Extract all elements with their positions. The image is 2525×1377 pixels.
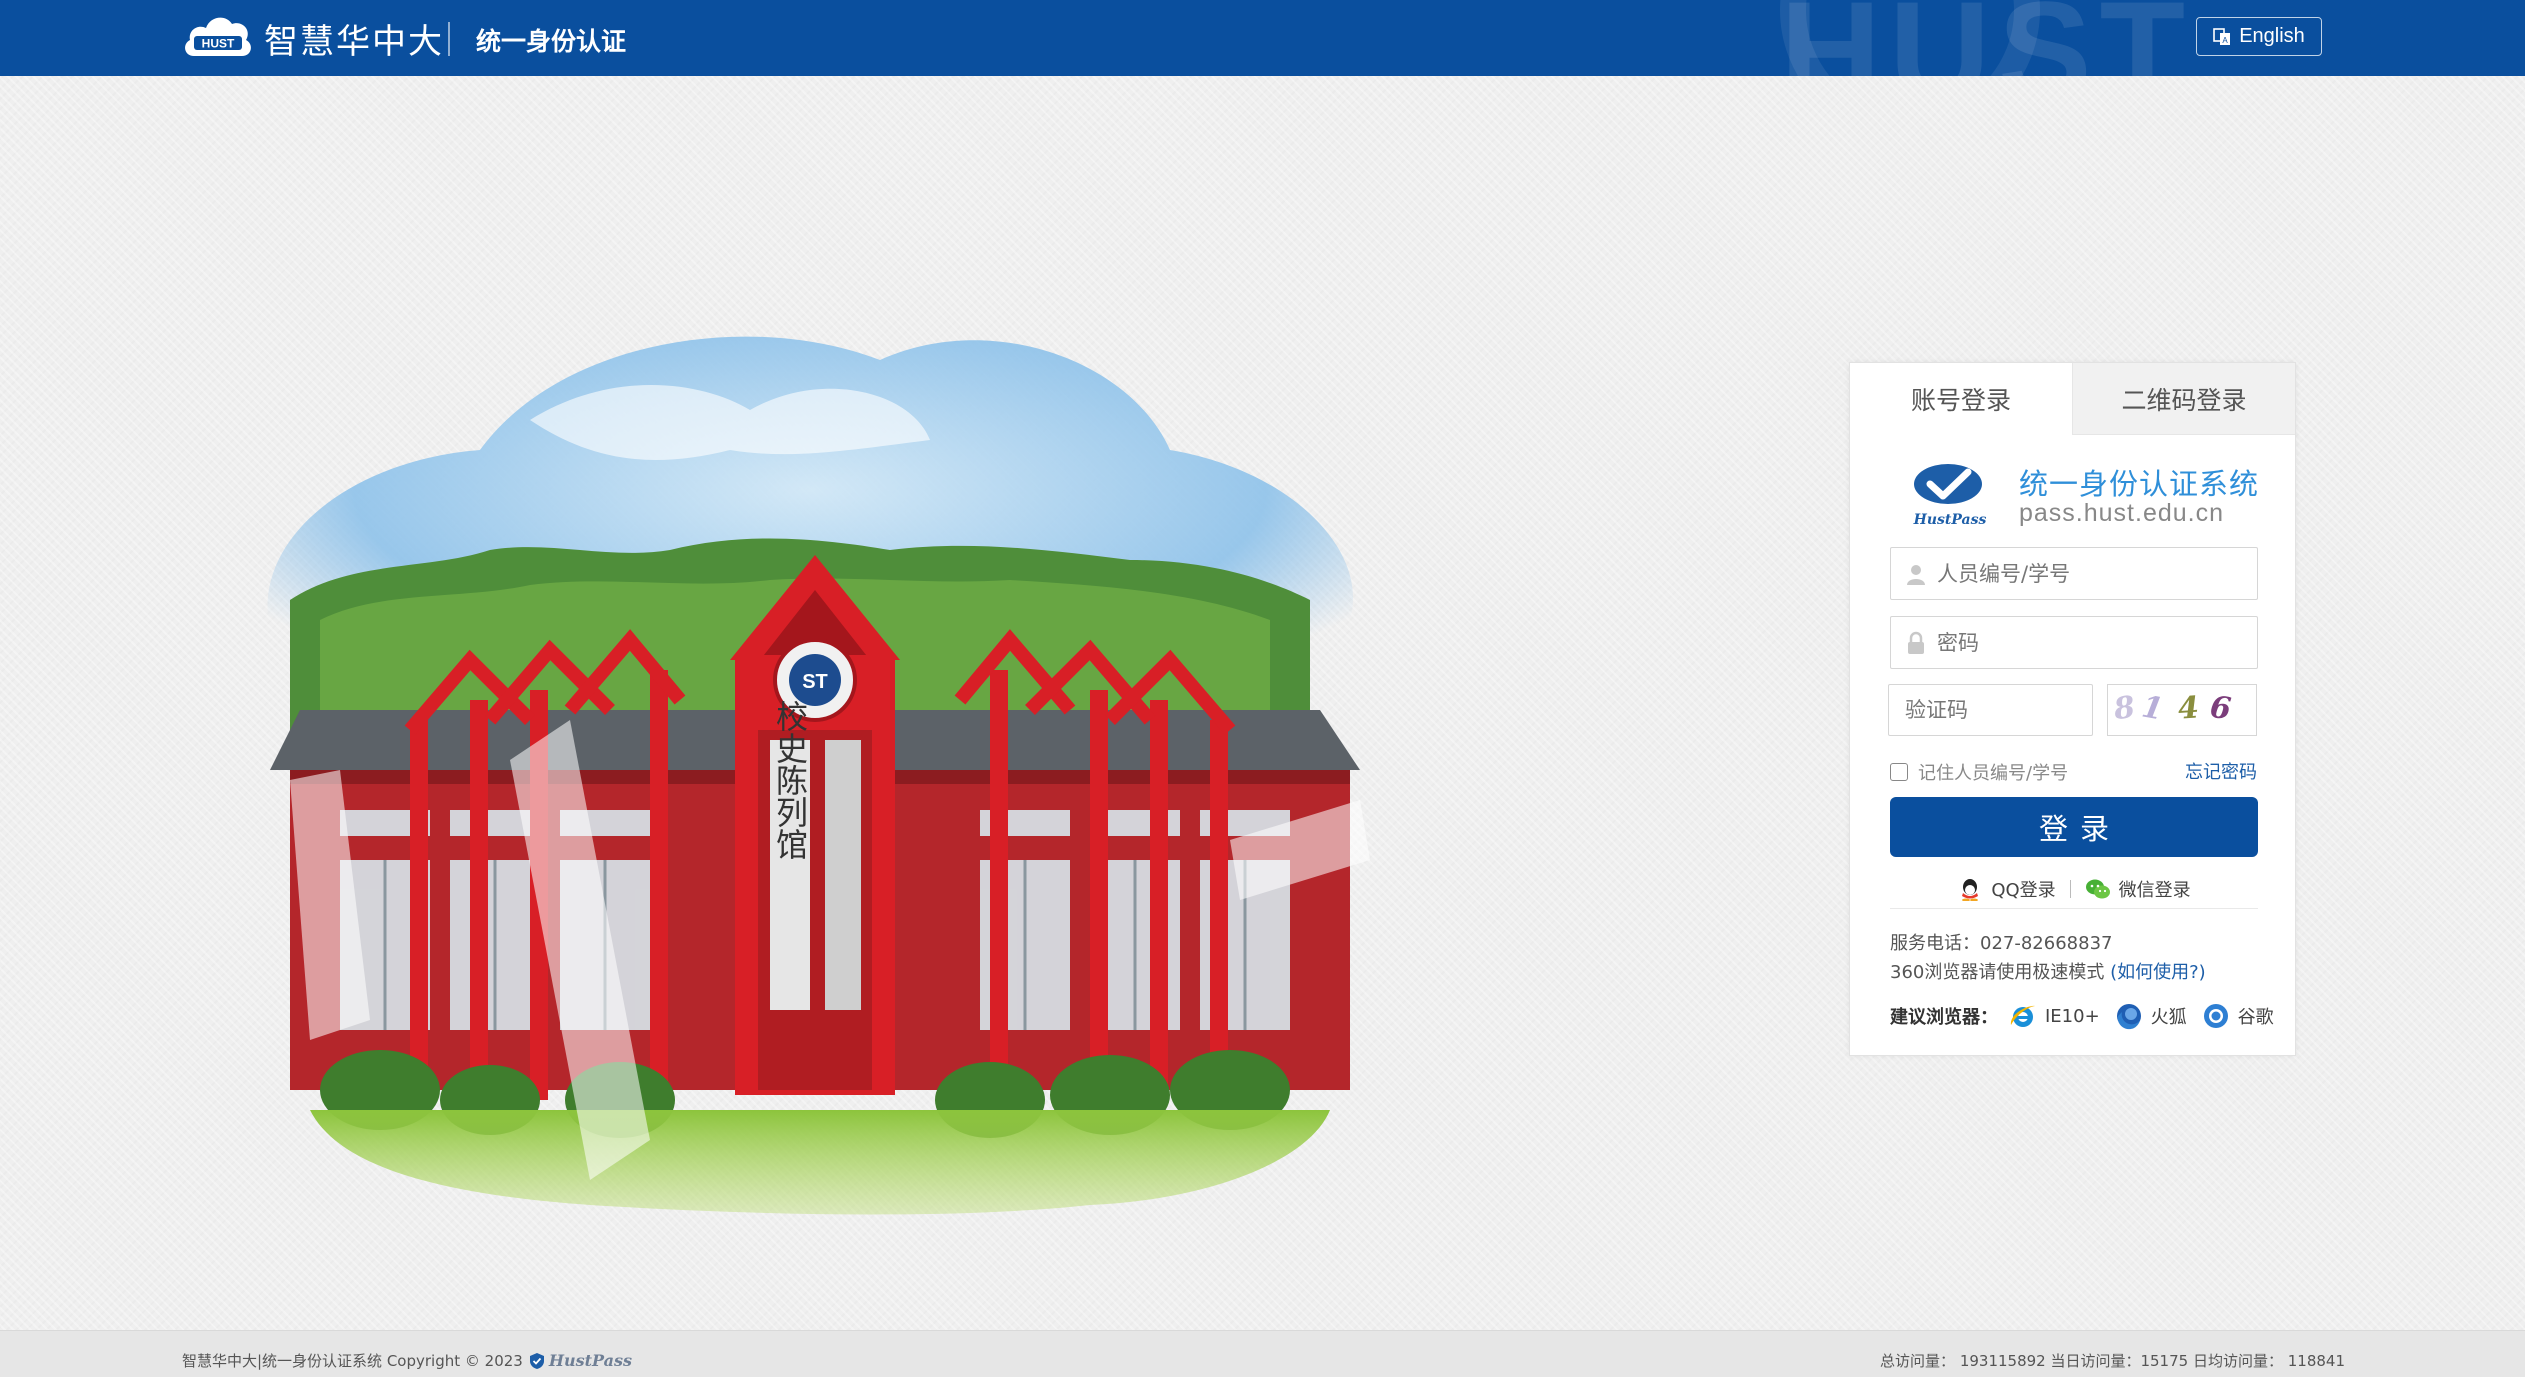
login-tabs: 账号登录 二维码登录 — [1850, 363, 2295, 435]
qq-icon — [1962, 879, 1979, 901]
browser-mode-note: 360浏览器请使用极速模式 — [1890, 962, 2105, 983]
card-divider — [1890, 908, 2258, 909]
social-login: QQ登录 微信登录 — [1890, 871, 2258, 907]
logo-mark-text: HUST — [202, 37, 235, 51]
password-field — [1890, 616, 2258, 669]
qq-login-link[interactable]: QQ登录 — [1957, 876, 2056, 902]
how-to-use-link[interactable]: (如何使用?) — [2110, 962, 2206, 983]
browser-chrome-link[interactable]: 谷歌 — [2201, 1001, 2274, 1031]
browser-ie-link[interactable]: IE10+ — [2008, 1001, 2100, 1031]
forgot-password-link[interactable]: 忘记密码 — [2185, 758, 2257, 784]
wechat-icon — [2085, 879, 2110, 899]
header-watermark: HUST — [1780, 0, 2193, 76]
recommended-browsers: 建议浏览器： IE10+ 火狐 谷歌 — [1890, 1001, 2288, 1031]
system-url: pass.hust.edu.cn — [2019, 499, 2225, 527]
captcha-field — [1888, 684, 2093, 736]
password-input[interactable] — [1937, 617, 2257, 668]
top-header: HUST HUST 智慧华中大 统一身份认证 A English — [0, 0, 2525, 76]
brand-divider — [448, 22, 450, 56]
firefox-icon — [2116, 1004, 2141, 1030]
captcha-char: 8 — [2111, 689, 2138, 728]
social-divider — [2069, 880, 2071, 898]
language-switch-button[interactable]: A English — [2196, 17, 2322, 56]
lock-icon — [1908, 631, 1924, 654]
footer-copyright-block: 智慧华中大|统一身份认证系统 Copyright © 2023 HustPass — [182, 1350, 632, 1371]
translate-icon: A — [2213, 27, 2231, 45]
shield-check-icon — [529, 1352, 544, 1369]
captcha-char: 1 — [2139, 689, 2166, 728]
remember-checkbox[interactable] — [1890, 763, 1908, 781]
remember-label: 记住人员编号/学号 — [1918, 763, 2069, 784]
service-info: 服务电话：027-82668837 360浏览器请使用极速模式 (如何使用?) — [1890, 929, 2206, 987]
hustpass-logo-text: HustPass — [1913, 512, 1987, 528]
service-phone: 服务电话：027-82668837 — [1890, 933, 2113, 954]
recommended-browsers-label: 建议浏览器： — [1890, 1007, 1998, 1028]
footer-visit-stats: 总访问量： 193115892 当日访问量：15175 日均访问量： 11884… — [1880, 1352, 2345, 1370]
campus-history-museum-illustration: ST 校史陈列馆 — [267, 336, 1370, 1215]
header-subtitle: 统一身份认证 — [476, 27, 627, 56]
footer-hustpass-logo: HustPass — [529, 1351, 632, 1370]
username-field — [1890, 547, 2258, 600]
hust-cloud-logo-icon[interactable]: HUST — [180, 8, 256, 64]
hustpass-logo-icon: HustPass — [1913, 464, 1987, 528]
captcha-char: 6 — [2208, 690, 2233, 727]
user-icon — [1907, 564, 1925, 585]
wechat-login-label: 微信登录 — [2118, 880, 2191, 901]
captcha-input[interactable] — [1905, 698, 2092, 722]
browser-firefox-label: 火狐 — [2150, 1007, 2187, 1028]
brand-title: 智慧华中大 — [264, 22, 444, 62]
username-input[interactable] — [1937, 548, 2257, 599]
system-title: 统一身份认证系统 — [2019, 467, 2260, 501]
ie-icon — [2010, 1005, 2035, 1027]
svg-text:ST: ST — [802, 671, 828, 693]
page-footer: 智慧华中大|统一身份认证系统 Copyright © 2023 HustPass… — [0, 1330, 2525, 1377]
footer-copyright: 智慧华中大|统一身份认证系统 Copyright © 2023 — [182, 1352, 523, 1370]
login-button[interactable]: 登录 — [1890, 797, 2258, 857]
remember-me[interactable]: 记住人员编号/学号 — [1890, 759, 2068, 785]
language-switch-label: English — [2239, 25, 2305, 47]
browser-chrome-label: 谷歌 — [2237, 1007, 2274, 1028]
login-card: 账号登录 二维码登录 HustPass 统一身份认证系统 pass.hust.e… — [1849, 362, 2296, 1056]
footer-hustpass-text: HustPass — [548, 1351, 632, 1370]
browser-ie-label: IE10+ — [2045, 1005, 2100, 1027]
captcha-image[interactable]: 8 1 4 6 — [2107, 684, 2257, 736]
qq-login-label: QQ登录 — [1991, 880, 2056, 901]
svg-text:A: A — [2223, 36, 2229, 45]
wechat-login-link[interactable]: 微信登录 — [2085, 876, 2191, 902]
captcha-char: 4 — [2176, 690, 2201, 727]
tab-qrcode-login[interactable]: 二维码登录 — [2072, 363, 2295, 435]
tab-account-login[interactable]: 账号登录 — [1850, 363, 2072, 435]
chrome-icon — [2203, 1004, 2228, 1028]
browser-firefox-link[interactable]: 火狐 — [2114, 1001, 2187, 1031]
museum-signboard-text: 校史陈列馆 — [771, 700, 809, 860]
